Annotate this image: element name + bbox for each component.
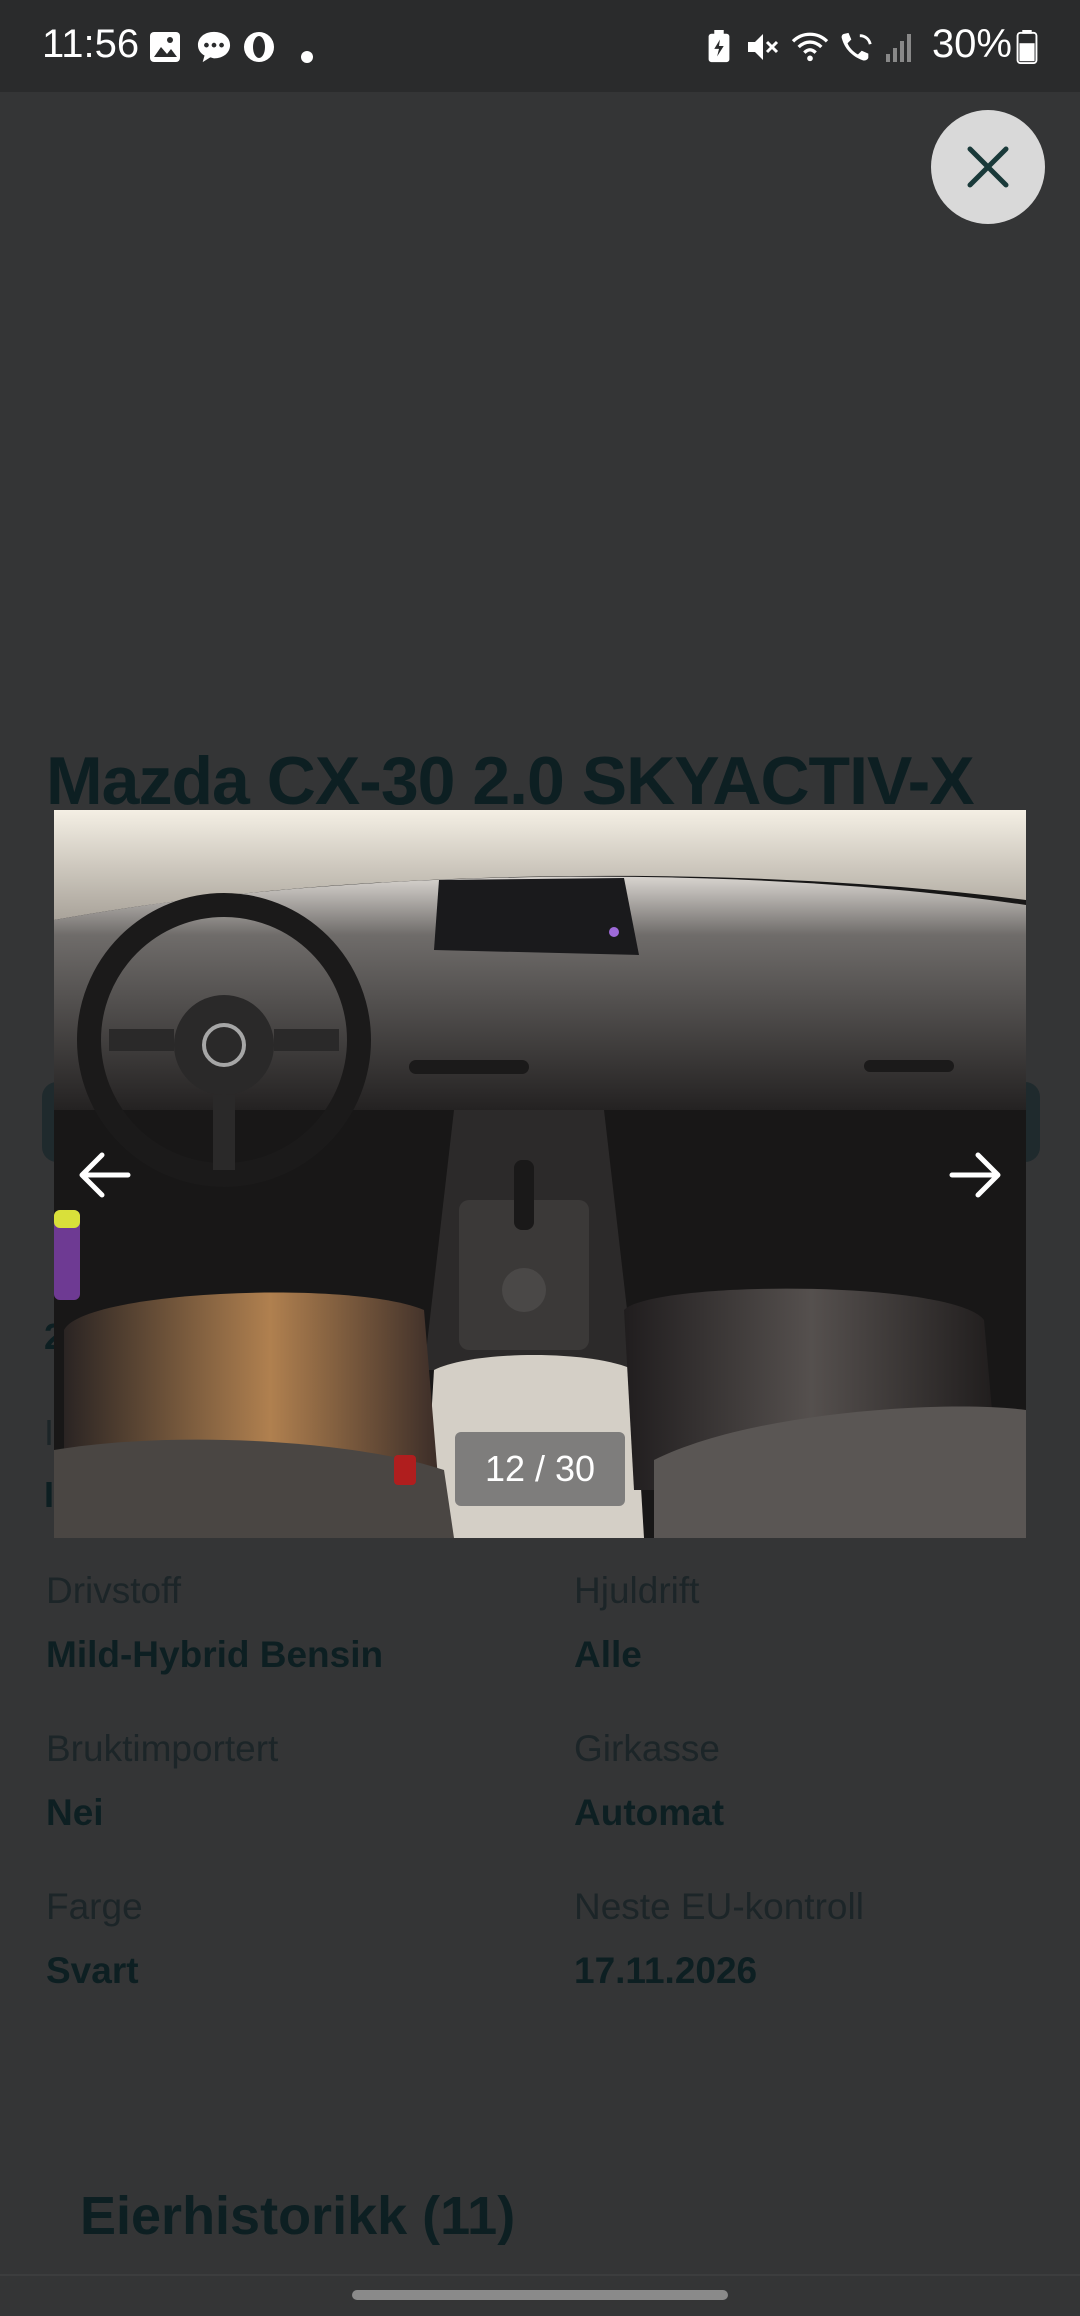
close-icon [967, 146, 1009, 188]
spec-value-girkasse: Automat [574, 1792, 725, 1833]
spec-value-eu-kontroll: 17.11.2026 [574, 1950, 758, 1991]
spec-label-eu-kontroll: Neste EU-kontroll [574, 1886, 864, 1927]
listing-title: Mazda CX-30 2.0 SKYACTIV-X [46, 743, 975, 819]
spec-label-bruktimportert: Bruktimportert [46, 1728, 279, 1769]
image-counter: 12 / 30 [455, 1432, 625, 1506]
previous-arrow-icon[interactable] [70, 1140, 140, 1210]
gallery-photo[interactable] [54, 810, 1026, 1538]
close-button[interactable] [931, 110, 1045, 224]
spec-label-hjuldrift: Hjuldrift [574, 1570, 700, 1611]
next-arrow-icon[interactable] [940, 1140, 1010, 1210]
owner-history-title: Eierhistorikk (11) [80, 2186, 516, 2246]
spec-label-drivstoff: Drivstoff [46, 1570, 182, 1611]
partially-hidden-text: I [44, 1412, 55, 1453]
spec-label-farge: Farge [46, 1886, 143, 1927]
partially-hidden-text: I [44, 1474, 55, 1515]
spec-value-hjuldrift: Alle [574, 1634, 642, 1675]
spec-value-farge: Svart [46, 1950, 139, 1991]
divider [0, 2274, 1080, 2276]
spec-value-bruktimportert: Nei [46, 1792, 104, 1833]
home-indicator[interactable] [352, 2290, 728, 2300]
car-interior-image [54, 810, 1026, 1538]
spec-value-drivstoff: Mild-Hybrid Bensin [46, 1634, 384, 1675]
spec-label-girkasse: Girkasse [574, 1728, 720, 1769]
